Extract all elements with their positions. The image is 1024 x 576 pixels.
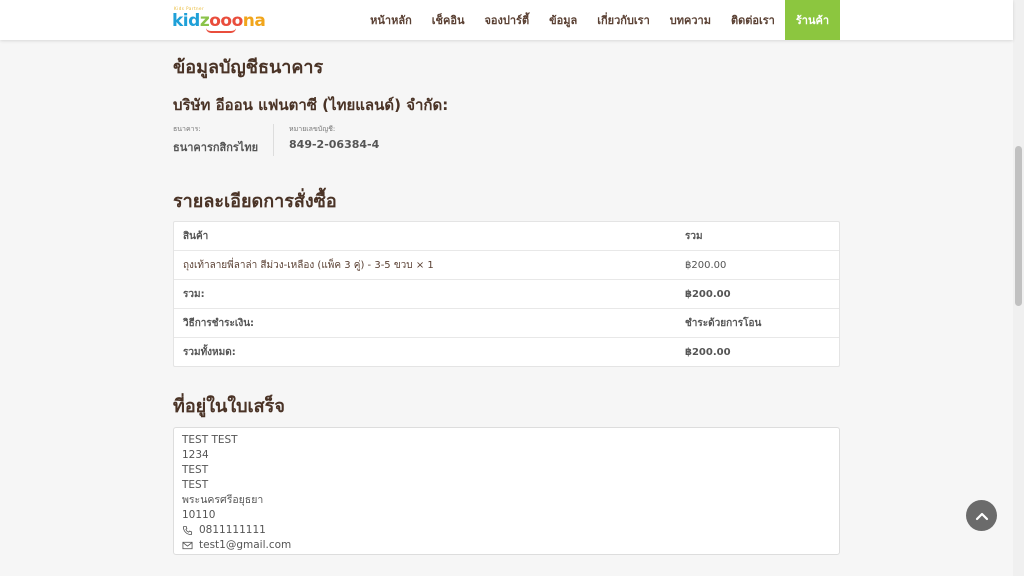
bank-details-title: ข้อมูลบัญชีธนาคาร [173, 57, 324, 78]
bank-name-label: ธนาคาร: [173, 125, 201, 133]
bank-account-info: ธนาคาร: ธนาคารกสิกรไทย หมายเลขบัญชี: 849… [173, 124, 394, 156]
nav-item-checkin[interactable]: เช็คอิน [422, 0, 475, 40]
bank-name-block: ธนาคาร: ธนาคารกสิกรไทย [173, 124, 273, 156]
address-phone-line: 0811111111 [182, 523, 831, 538]
scroll-to-top-button[interactable] [966, 500, 997, 531]
address-province: พระนครศรีอยุธยา [182, 494, 264, 506]
address-email: test1@gmail.com [199, 539, 292, 551]
payment-method-label: วิธีการชำระเงิน: [183, 317, 255, 329]
nav-item-shop[interactable]: ร้านค้า [784, 0, 840, 40]
address-postcode: 10110 [182, 509, 216, 521]
nav-item-home[interactable]: หน้าหลัก [360, 0, 422, 40]
bank-name-value: ธนาคารกสิกรไทย [173, 141, 259, 154]
total-column-header: รวม [685, 230, 703, 242]
table-row: ถุงเท้าลายพี่ลาล่า สีม่วง-เหลือง (แพ็ค 3… [174, 250, 839, 279]
address-phone: 0811111111 [199, 524, 266, 536]
scrollbar-thumb[interactable] [1015, 146, 1022, 306]
address-line-2: TEST [182, 464, 209, 476]
envelope-icon [182, 541, 193, 550]
product-name-link[interactable]: ถุงเท้าลายพี่ลาล่า สีม่วง-เหลือง (แพ็ค 3… [174, 258, 677, 273]
subtotal-row: รวม: ฿200.00 [174, 279, 839, 308]
product-price: ฿200.00 [685, 259, 727, 271]
subtotal-value: ฿200.00 [685, 288, 731, 300]
address-line-3: TEST [182, 479, 209, 491]
page-scrollbar[interactable] [1013, 0, 1024, 576]
logo-smile-icon [206, 28, 236, 33]
grand-total-row: รวมทั้งหมด: ฿200.00 [174, 337, 839, 366]
payment-method-row: วิธีการชำระเงิน: ชำระด้วยการโอน [174, 308, 839, 337]
table-header-row: สินค้า รวม [174, 222, 839, 250]
product-column-header: สินค้า [183, 230, 209, 242]
account-number-block: หมายเลขบัญชี: 849-2-06384-4 [273, 124, 394, 156]
order-details-title: รายละเอียดการสั่งซื้อ [173, 191, 337, 212]
site-header: Kids Partner kidzooona หน้าหลัก เช็คอิน … [0, 0, 1013, 40]
billing-address-title: ที่อยู่ในใบเสร็จ [173, 396, 285, 417]
company-name: บริษัท อีออน แฟนตาซี (ไทยแลนด์) จำกัด: [173, 96, 449, 114]
account-number-label: หมายเลขบัญชี: [289, 125, 336, 133]
address-line-1: 1234 [182, 449, 209, 461]
address-name: TEST TEST [182, 434, 238, 446]
main-nav: หน้าหลัก เช็คอิน จองปาร์ตี้ ข้อมูล เกี่ย… [360, 0, 840, 40]
payment-method-value: ชำระด้วยการโอน [685, 317, 762, 329]
phone-icon [182, 525, 193, 536]
nav-item-contact[interactable]: ติดต่อเรา [721, 0, 785, 40]
kidzoona-logo[interactable]: Kids Partner kidzooona [172, 6, 266, 34]
grand-total-value: ฿200.00 [685, 346, 731, 358]
grand-total-label: รวมทั้งหมด: [183, 346, 236, 358]
nav-item-articles[interactable]: บทความ [660, 0, 721, 40]
subtotal-label: รวม: [183, 288, 205, 300]
nav-item-party-booking[interactable]: จองปาร์ตี้ [474, 0, 539, 40]
account-number-value: 849-2-06384-4 [289, 138, 380, 151]
chevron-up-icon [975, 512, 988, 520]
order-details-table: สินค้า รวม ถุงเท้าลายพี่ลาล่า สีม่วง-เหล… [173, 221, 840, 367]
nav-item-info[interactable]: ข้อมูล [539, 0, 587, 40]
nav-item-about[interactable]: เกี่ยวกับเรา [587, 0, 660, 40]
billing-address-box: TEST TEST 1234 TEST TEST พระนครศรีอยุธยา… [173, 427, 840, 555]
address-email-line: test1@gmail.com [182, 538, 831, 553]
